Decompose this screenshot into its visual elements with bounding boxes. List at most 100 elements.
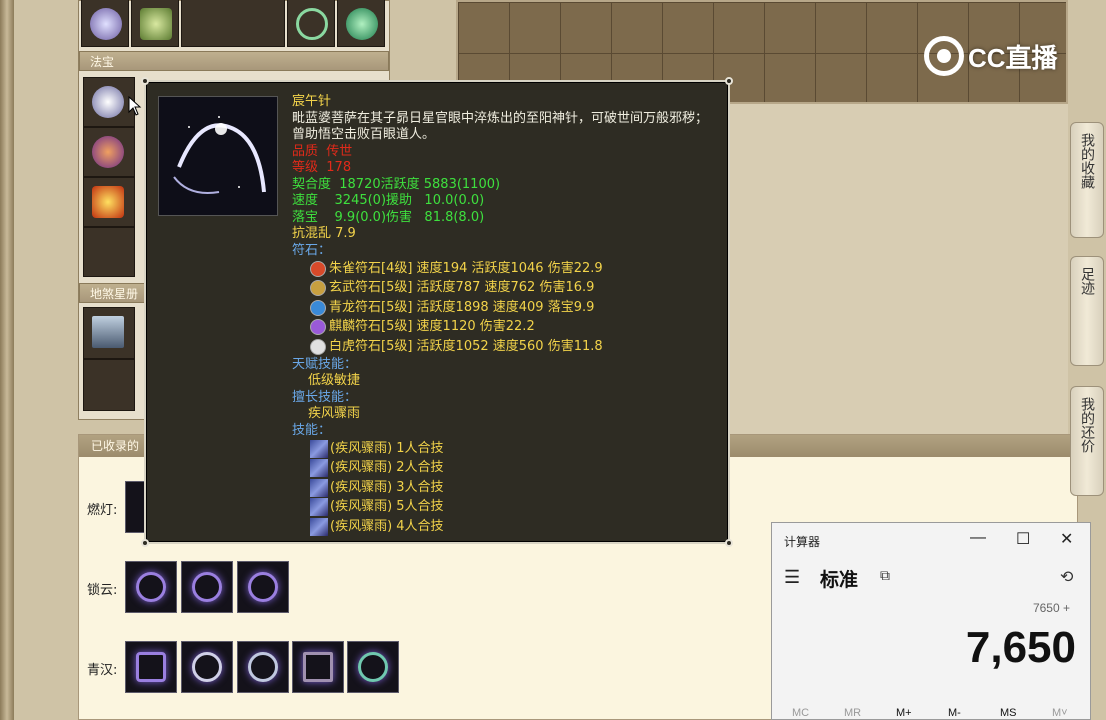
talent-label: 天赋技能： <box>292 356 358 372</box>
memory-store-button[interactable]: MS <box>1000 707 1017 719</box>
rune-line: 青龙符石[5级] 活跃度1898 速度409 落宝9.9 <box>310 298 712 318</box>
keep-on-top-icon[interactable]: ⧉ <box>880 567 890 584</box>
item-level: 等级 178 <box>292 160 712 177</box>
rune-icon <box>310 260 326 277</box>
skill-line: (疾风骤雨) 5人合技 <box>310 498 712 518</box>
rune-icon <box>310 319 326 336</box>
quality-value: 传世 <box>326 143 353 159</box>
equip-slot[interactable] <box>337 0 385 47</box>
talent-value: 低级敏捷 <box>308 373 361 388</box>
skill-icon <box>310 498 328 517</box>
skill-text: (疾风骤雨) 4人合技 <box>330 518 444 534</box>
rune-line: 麒麟符石[5级] 速度1120 伤害22.2 <box>310 318 712 338</box>
equip-slot[interactable] <box>131 0 179 47</box>
special-skill-label: 擅长技能： <box>292 389 358 405</box>
skill-text: (疾风骤雨) 1人合技 <box>330 440 444 456</box>
minimize-icon[interactable]: — <box>970 529 986 547</box>
rune-icon <box>310 338 326 355</box>
star-card-slot[interactable] <box>83 307 135 359</box>
skill-text: (疾风骤雨) 3人合技 <box>330 479 444 495</box>
item-image <box>158 96 278 216</box>
cc-logo-icon <box>924 36 964 76</box>
side-tab-favorites[interactable]: 我的收藏 <box>1070 122 1104 238</box>
side-tab-label: 我的还价 <box>1079 397 1095 453</box>
stat-line: 速度 3245(0)援助 10.0(0.0) <box>292 193 485 208</box>
maximize-icon[interactable]: ☐ <box>1016 529 1030 549</box>
tooltip-corner <box>725 77 733 85</box>
close-icon[interactable]: ✕ <box>1060 529 1073 549</box>
skill-line: (疾风骤雨) 2人合技 <box>310 459 712 479</box>
hamburger-menu-icon[interactable]: ☰ <box>784 567 800 588</box>
collected-item[interactable] <box>125 641 177 693</box>
side-tab-label: 足迹 <box>1079 267 1095 295</box>
rune-text: 麒麟符石[5级] 速度1120 伤害22.2 <box>329 319 535 334</box>
skill-icon <box>310 459 328 478</box>
collected-item[interactable] <box>181 561 233 613</box>
fabao-slot[interactable] <box>83 177 135 227</box>
memory-recall-button[interactable]: MR <box>844 707 861 719</box>
fabao-slot[interactable] <box>83 227 135 277</box>
skill-icon <box>310 517 328 536</box>
watermark-text: CC直播 <box>968 42 1058 73</box>
memory-add-button[interactable]: M+ <box>896 707 912 719</box>
skill-icon <box>310 478 328 497</box>
stat-line: 落宝 9.9(0.0)伤害 81.8(8.0) <box>292 209 485 225</box>
memory-clear-button[interactable]: MC <box>792 707 809 719</box>
tooltip-corner <box>141 539 149 547</box>
calculator-result: 7,650 <box>965 623 1076 672</box>
skill-line: (疾风骤雨) 3人合技 <box>310 478 712 498</box>
rune-icon <box>310 280 326 297</box>
item-description: 毗蓝婆菩萨在其子昴日星官眼中淬炼出的至阳神针，可破世间万般邪秽；曾助悟空击败百眼… <box>292 110 709 143</box>
memory-subtract-button[interactable]: M- <box>948 707 961 719</box>
skill-icon <box>310 439 328 458</box>
rune-line: 白虎符石[5级] 活跃度1052 速度560 伤害11.8 <box>310 337 712 357</box>
rune-icon <box>310 299 326 316</box>
equip-slot[interactable] <box>181 0 285 47</box>
rune-text: 朱雀符石[4级] 速度194 活跃度1046 伤害22.9 <box>329 260 603 276</box>
collected-item[interactable] <box>237 641 289 693</box>
row-label: 锁云: <box>87 583 118 598</box>
mouse-cursor-icon <box>128 96 142 116</box>
fabao-slot[interactable] <box>83 127 135 177</box>
row-label: 青汉: <box>87 663 118 678</box>
collected-item[interactable] <box>181 641 233 693</box>
quality-label: 品质 <box>292 143 319 159</box>
stat-line: 契合度 18720活跃度 5883(1100) <box>292 176 501 192</box>
item-tooltip: 宸午针 毗蓝婆菩萨在其子昴日星官眼中淬炼出的至阳神针，可破世间万般邪秽；曾助悟空… <box>141 77 733 547</box>
equip-slot[interactable] <box>287 0 335 47</box>
calculator-title: 计算器 <box>784 535 821 549</box>
rune-text: 玄武符石[5级] 活跃度787 速度762 伤害16.9 <box>329 280 595 295</box>
window-frame <box>0 0 14 720</box>
tooltip-corner <box>725 539 733 547</box>
cc-live-watermark: CC直播 <box>924 36 1058 76</box>
calculator-mode: 标准 <box>820 570 859 591</box>
star-card-slot[interactable] <box>83 359 135 411</box>
skill-text: (疾风骤雨) 2人合技 <box>330 460 444 475</box>
calculator-window: 计算器 — ☐ ✕ ☰ 标准 ⧉ ⟲ 7650 + 7,650 MC MR M+… <box>771 522 1091 720</box>
side-tab-label: 我的收藏 <box>1079 133 1095 189</box>
tooltip-corner <box>141 77 149 85</box>
equip-slot[interactable] <box>81 0 129 47</box>
history-icon[interactable]: ⟲ <box>1060 567 1073 587</box>
skill-line: (疾风骤雨) 1人合技 <box>310 439 712 459</box>
collected-item[interactable] <box>125 561 177 613</box>
skills-label: 技能： <box>292 422 332 438</box>
resist-line: 抗混乱 7.9 <box>292 226 356 241</box>
side-tab-counteroffer[interactable]: 我的还价 <box>1070 386 1104 496</box>
row-label: 燃灯: <box>87 503 118 518</box>
side-tab-history[interactable]: 足迹 <box>1070 256 1104 366</box>
rune-line: 朱雀符石[4级] 速度194 活跃度1046 伤害22.9 <box>310 259 712 279</box>
tooltip-body: 宸午针 毗蓝婆菩萨在其子昴日星官眼中淬炼出的至阳神针，可破世间万般邪秽；曾助悟空… <box>292 94 712 537</box>
skill-line: (疾风骤雨) 4人合技 <box>310 517 712 537</box>
rune-text: 白虎符石[5级] 活跃度1052 速度560 伤害11.8 <box>329 338 603 354</box>
rune-text: 青龙符石[5级] 活跃度1898 速度409 落宝9.9 <box>329 299 595 315</box>
memory-list-button[interactable]: M˅ <box>1052 707 1068 719</box>
runes-label: 符石： <box>292 242 332 258</box>
collected-item[interactable] <box>347 641 399 693</box>
item-quality: 品质 传世 <box>292 144 712 161</box>
level-value: 178 <box>326 160 352 175</box>
level-label: 等级 <box>292 160 319 175</box>
collected-item[interactable] <box>237 561 289 613</box>
collected-item[interactable] <box>292 641 344 693</box>
calculator-expression: 7650 + <box>1032 601 1070 615</box>
